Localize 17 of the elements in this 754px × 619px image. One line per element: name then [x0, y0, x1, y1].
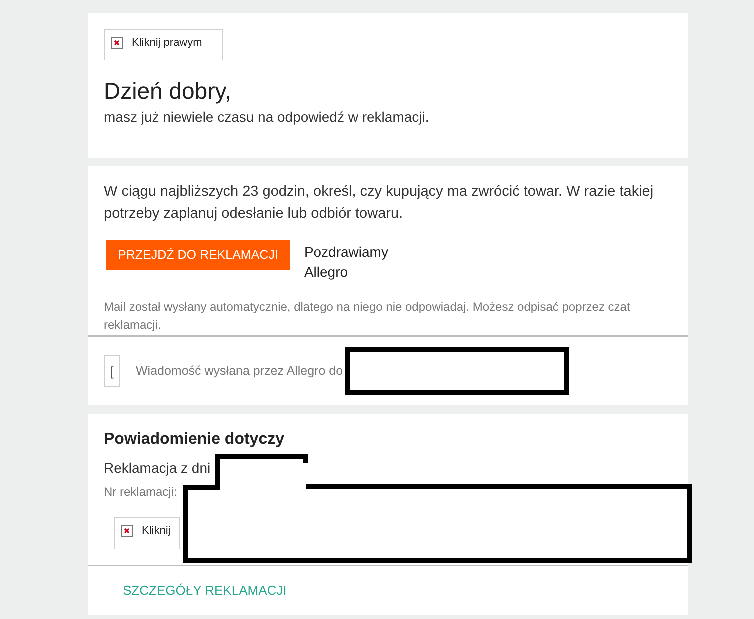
- signoff-text: Allegro: [304, 263, 350, 282]
- signoff-text: Pozdrawiamy: [304, 243, 388, 262]
- automatic-mail-note: Mail został wysłany automatycznie, dlatego na niego nie odpowiadaj. Możesz odpisać poprzez czat reklamacji.: [104, 299, 632, 334]
- greeting-subtitle: masz już niewiele czasu na odpowiedź w reklamacji.: [104, 108, 430, 127]
- claim-date-text: Reklamacja z dni: [104, 459, 211, 478]
- sender-text: Wiadomość wysłana przez Allegro do: [136, 364, 344, 378]
- section-title: Powiadomienie dotyczy: [104, 430, 284, 450]
- image-alt-text: Kliknij: [142, 525, 171, 538]
- broken-image-icon: [121, 525, 133, 537]
- greeting-title: Dzień dobry,: [104, 77, 232, 105]
- claim-number-label: Nr reklamacji:: [104, 484, 178, 500]
- broken-image-icon: [111, 37, 123, 49]
- image-alt-text: [: [110, 364, 114, 378]
- image-alt-text: Kliknij prawym: [132, 37, 202, 50]
- go-to-complaint-button[interactable]: PRZEJDŹ DO REKLAMACJI: [106, 240, 290, 270]
- message-text: W ciągu najbliższych 23 godzin, określ, czy kupujący ma zwrócić towar. W razie takiej potrzeby zaplanuj odesłanie lub odbiór towaru.: [104, 183, 655, 224]
- complaint-details-link[interactable]: SZCZEGÓŁY REKLAMACJI: [123, 582, 287, 598]
